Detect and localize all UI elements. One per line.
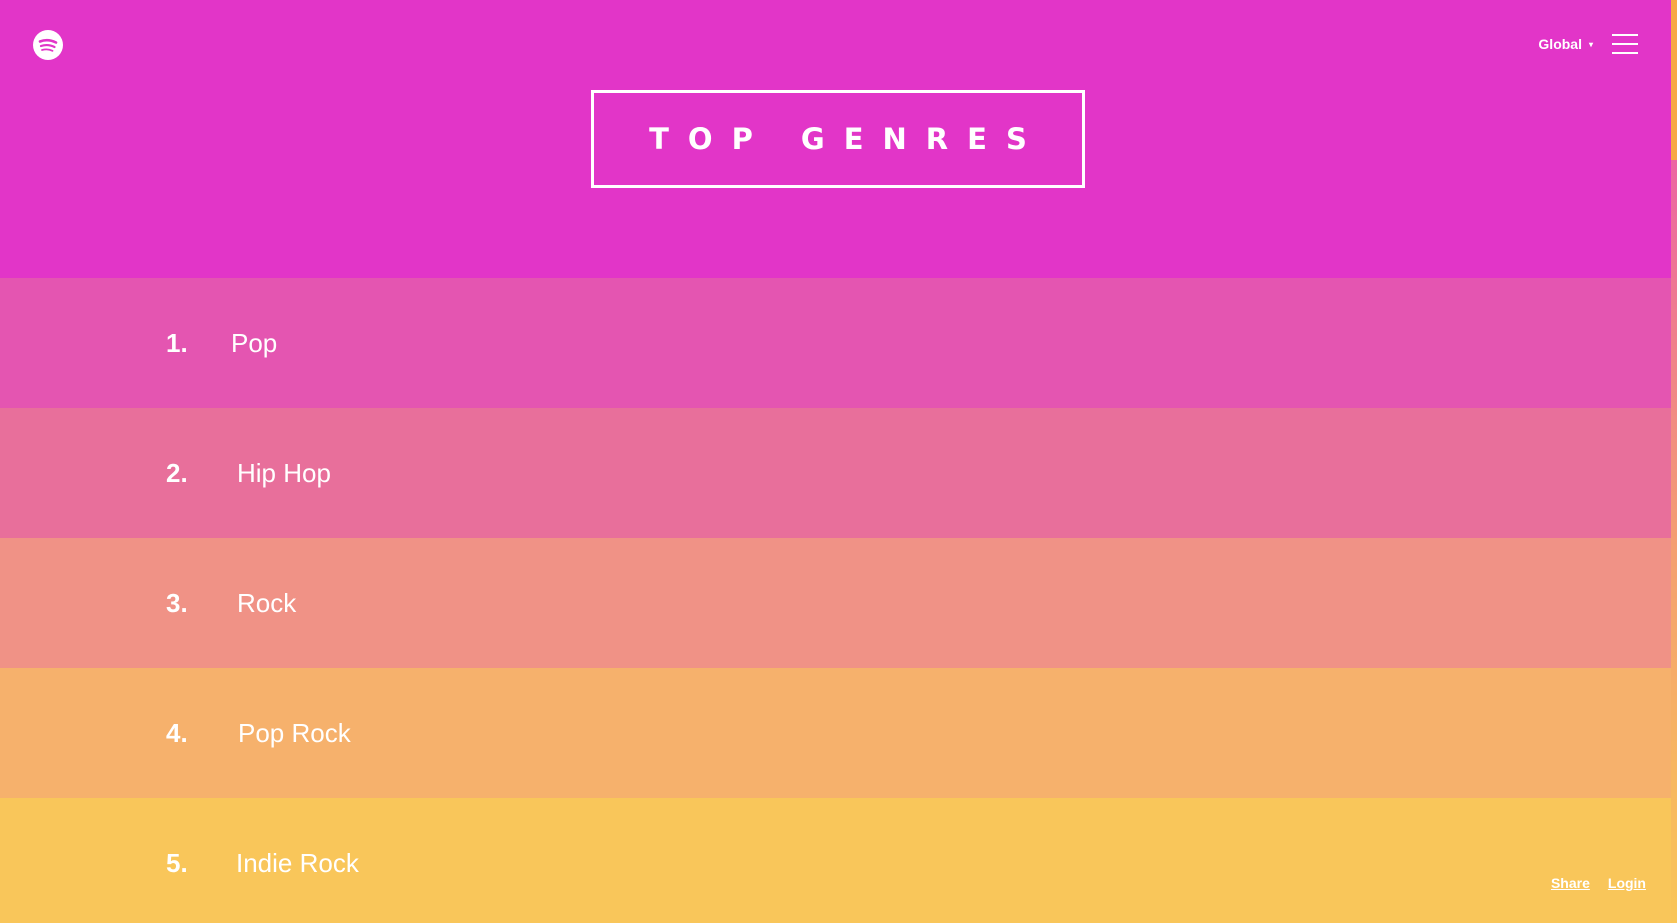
footer-links: Share Login: [1551, 875, 1646, 891]
hamburger-menu-icon[interactable]: [1612, 34, 1638, 54]
genre-row-5[interactable]: 5. Indie Rock: [0, 798, 1671, 923]
login-link[interactable]: Login: [1608, 875, 1646, 891]
menu-line: [1612, 52, 1638, 54]
genre-list: 1. Pop 2. Hip Hop 3. Rock 4. Pop Rock 5.…: [0, 278, 1671, 923]
header: Global ▾ TOP GENRES: [0, 0, 1671, 278]
genre-row-3[interactable]: 3. Rock: [0, 538, 1671, 668]
chevron-down-icon: ▾: [1588, 39, 1593, 49]
page-title: TOP GENRES: [649, 122, 1046, 156]
genre-row-2[interactable]: 2. Hip Hop: [0, 408, 1671, 538]
genre-name: Indie Rock: [236, 847, 359, 878]
region-selector[interactable]: Global ▾: [1538, 36, 1593, 52]
genre-name: Rock: [237, 587, 297, 618]
page-title-box: TOP GENRES: [591, 90, 1085, 188]
genre-name: Pop Rock: [238, 717, 351, 748]
genre-name: Pop: [231, 327, 278, 358]
share-link[interactable]: Share: [1551, 875, 1590, 891]
genre-name: Hip Hop: [237, 457, 331, 488]
menu-line: [1612, 43, 1638, 45]
page: Global ▾ TOP GENRES 1. Pop 2. Hip Hop 3.…: [0, 0, 1677, 923]
genre-rank: 4.: [166, 717, 188, 748]
genre-rank: 5.: [166, 847, 188, 878]
spotify-logo-icon[interactable]: [33, 30, 63, 60]
scrollbar-thumb[interactable]: [1671, 0, 1677, 160]
genre-rank: 3.: [166, 587, 188, 618]
genre-rank: 2.: [166, 457, 188, 488]
genre-rank: 1.: [166, 327, 188, 358]
region-label: Global: [1538, 36, 1582, 52]
genre-row-1[interactable]: 1. Pop: [0, 278, 1671, 408]
genre-row-4[interactable]: 4. Pop Rock: [0, 668, 1671, 798]
menu-line: [1612, 34, 1638, 36]
scrollbar[interactable]: [1671, 0, 1677, 923]
